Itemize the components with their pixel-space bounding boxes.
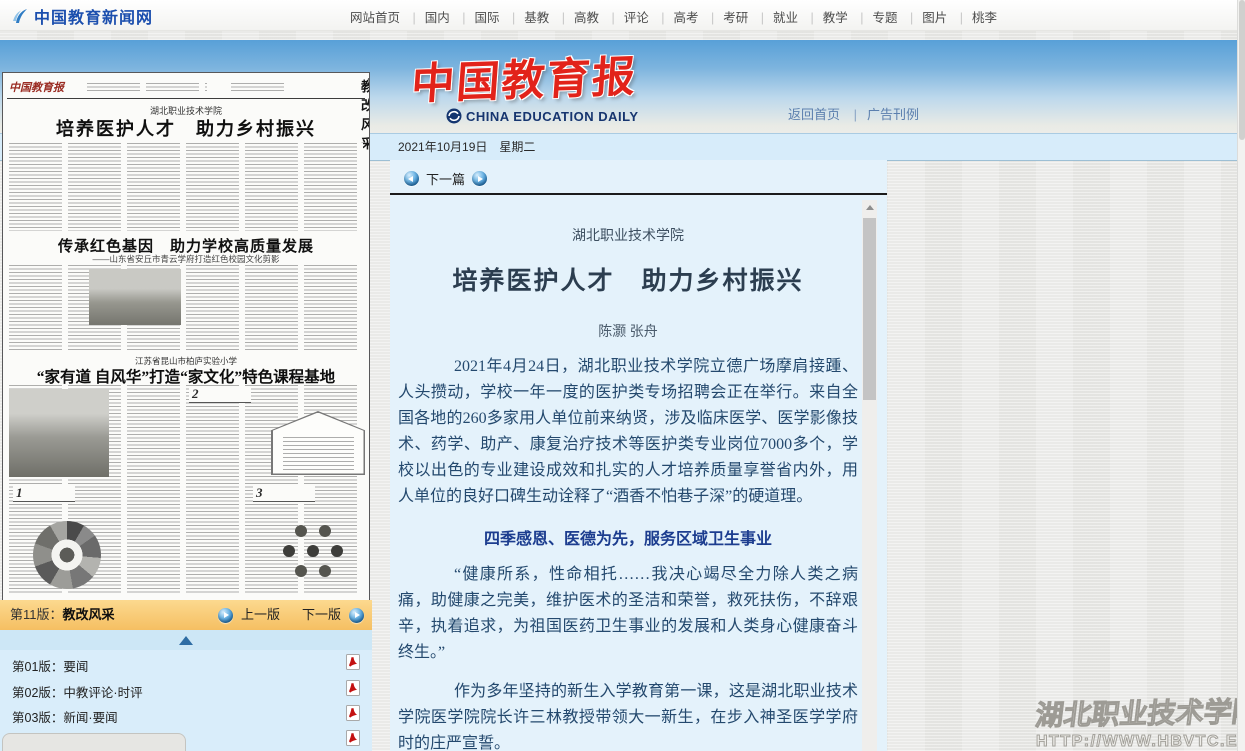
- watermark-college-name: 湖北职业技术学院: [1033, 690, 1245, 734]
- browser-viewport: 中国教育新闻网 网站首页 国内 国际 基教 高教 评论 高考 考研 就业 教学 …: [0, 0, 1245, 751]
- paper-logo-en: CHINA EDUCATION DAILY: [446, 108, 639, 124]
- nav-item-jobs[interactable]: 就业: [752, 11, 798, 25]
- nav-item-basic-edu[interactable]: 基教: [503, 11, 549, 25]
- ad-rates-link[interactable]: 广告刊例: [844, 107, 919, 122]
- thumb-section-number: 3: [253, 485, 315, 502]
- thumb-headline3: “家有道 自风华”打造“家文化”特色课程基地: [3, 365, 369, 387]
- thumb-photo-campus: [89, 269, 181, 325]
- thumb-section-number: 1: [13, 485, 75, 502]
- article-title: 培养医护人才 助力乡村振兴: [398, 261, 858, 297]
- footer-panel: [2, 733, 186, 751]
- thumb-header-fineprint: [231, 83, 289, 91]
- collapse-arrow-icon[interactable]: [179, 636, 193, 645]
- article-authors: 陈灏 张舟: [398, 321, 858, 341]
- edition-row: 第02版：中教评论·时评: [0, 680, 372, 700]
- top-navigation: 网站首页 国内 国际 基教 高教 评论 高考 考研 就业 教学 专题 图片 桃李: [350, 7, 997, 26]
- article-divider: [390, 193, 887, 195]
- scrollbar-thumb[interactable]: [863, 218, 876, 400]
- issue-date: 2021年10月19日 星期二: [398, 140, 535, 154]
- thumb-header-fineprint: [87, 83, 207, 91]
- next-article-link[interactable]: 下一篇: [426, 169, 465, 188]
- thumb-paper-name: 中国教育报: [9, 79, 64, 95]
- nav-item-taoli[interactable]: 桃李: [951, 11, 997, 25]
- site-logo-text: 中国教育新闻网: [34, 4, 153, 28]
- article-paragraph: 作为多年坚持的新生入学教育第一课，这是湖北职业技术学院医学院院长许三林教授带领大…: [398, 679, 858, 751]
- article-scrollbar[interactable]: [862, 200, 877, 751]
- nav-item-teaching[interactable]: 教学: [802, 11, 848, 25]
- paper-logo-calligraphy[interactable]: 中国教育报: [409, 42, 639, 112]
- edition-link-03[interactable]: 第03版：新闻·要闻: [12, 707, 118, 726]
- next-article-icon[interactable]: [472, 171, 487, 186]
- watermark: 湖北职业技术学院 新闻中心 HTTP://WWW.HBVTC.EDU.CN: [1036, 686, 1242, 751]
- nav-item-kaoyan[interactable]: 考研: [702, 11, 748, 25]
- masthead-links: 返回首页 广告刊例: [788, 104, 919, 123]
- article-content: 湖北职业技术学院 培养医护人才 助力乡村振兴 陈灏 张舟 2021年4月24日，…: [398, 205, 858, 751]
- paper-logo-en-text: CHINA EDUCATION DAILY: [466, 109, 639, 124]
- site-topbar: 中国教育新闻网 网站首页 国内 国际 基教 高教 评论 高考 考研 就业 教学 …: [0, 0, 1245, 31]
- article-nav: 下一篇: [404, 169, 487, 188]
- prev-edition-icon[interactable]: [218, 608, 233, 623]
- thumb-radial-diagram: [33, 521, 101, 589]
- nav-item-photos[interactable]: 图片: [901, 11, 947, 25]
- site-logo-icon: [10, 6, 30, 26]
- edition-link-01[interactable]: 第01版：要闻: [12, 656, 88, 675]
- newspaper-page-image[interactable]: 中国教育报 教改风采11 湖北职业技术学院 培养医护人才 助力乡村振兴 传承红色…: [2, 72, 370, 601]
- edition-row: 第01版：要闻: [0, 654, 372, 674]
- newsprint-text-columns: [9, 143, 363, 231]
- nav-item-higher-edu[interactable]: 高教: [553, 11, 599, 25]
- pdf-icon[interactable]: [346, 730, 360, 746]
- prev-article-icon[interactable]: [404, 171, 419, 186]
- nav-item-home[interactable]: 网站首页: [350, 11, 400, 25]
- thumb-photo-school-gate: [9, 389, 109, 477]
- paper-logo-icon: [446, 108, 462, 124]
- article-kicker: 湖北职业技术学院: [398, 225, 858, 245]
- pdf-icon[interactable]: [346, 680, 360, 696]
- site-logo[interactable]: 中国教育新闻网: [10, 4, 153, 28]
- nav-item-domestic[interactable]: 国内: [404, 11, 450, 25]
- nav-item-international[interactable]: 国际: [453, 11, 499, 25]
- edition-link-02[interactable]: 第02版：中教评论·时评: [12, 682, 143, 701]
- article-paragraph: “健康所系，性命相托……我决心竭尽全力除人类之病痛，助健康之完美，维护医术的圣洁…: [398, 562, 858, 666]
- prev-edition-link[interactable]: 上一版: [241, 600, 280, 630]
- thumb-network-diagram: [283, 545, 295, 557]
- article-panel: 下一篇 湖北职业技术学院 培养医护人才 助力乡村振兴 陈灏 张舟 2021年4月…: [390, 160, 887, 751]
- nav-item-special[interactable]: 专题: [851, 11, 897, 25]
- nav-item-gaokao[interactable]: 高考: [652, 11, 698, 25]
- edition-row: 第03版：新闻·要闻: [0, 705, 372, 725]
- scroll-up-icon[interactable]: [862, 200, 877, 216]
- article-subhead: 四季感恩、医德为先，服务区域卫生事业: [398, 525, 858, 549]
- current-edition: 第11版：教改风采: [10, 607, 115, 622]
- thumb-divider: [7, 98, 365, 99]
- edition-pager: 第11版：教改风采 上一版 下一版: [0, 600, 372, 631]
- article-paragraph: 2021年4月24日，湖北职业技术学院立德广场摩肩接踵、人头攒动，学校一年一度的…: [398, 354, 858, 510]
- thumb-headline1: 培养医护人才 助力乡村振兴: [3, 115, 369, 141]
- next-edition-link[interactable]: 下一版: [302, 600, 341, 630]
- next-edition-icon[interactable]: [349, 608, 364, 623]
- thumb-page-number: 11: [366, 75, 370, 93]
- newsprint-text-columns: [9, 265, 363, 351]
- pdf-icon[interactable]: [346, 654, 360, 670]
- pdf-icon[interactable]: [346, 705, 360, 721]
- back-home-link[interactable]: 返回首页: [788, 107, 840, 122]
- browser-scrollbar[interactable]: [1237, 0, 1245, 751]
- thumb-section-number: 2: [189, 386, 251, 403]
- watermark-url: HTTP://WWW.HBVTC.EDU.CN: [1036, 733, 1242, 751]
- thumb-headline2-subtitle: ——山东省安丘市青云学府打造红色校园文化剪影: [3, 253, 369, 265]
- browser-scrollbar-thumb[interactable]: [1239, 0, 1245, 140]
- nav-item-comment[interactable]: 评论: [603, 11, 649, 25]
